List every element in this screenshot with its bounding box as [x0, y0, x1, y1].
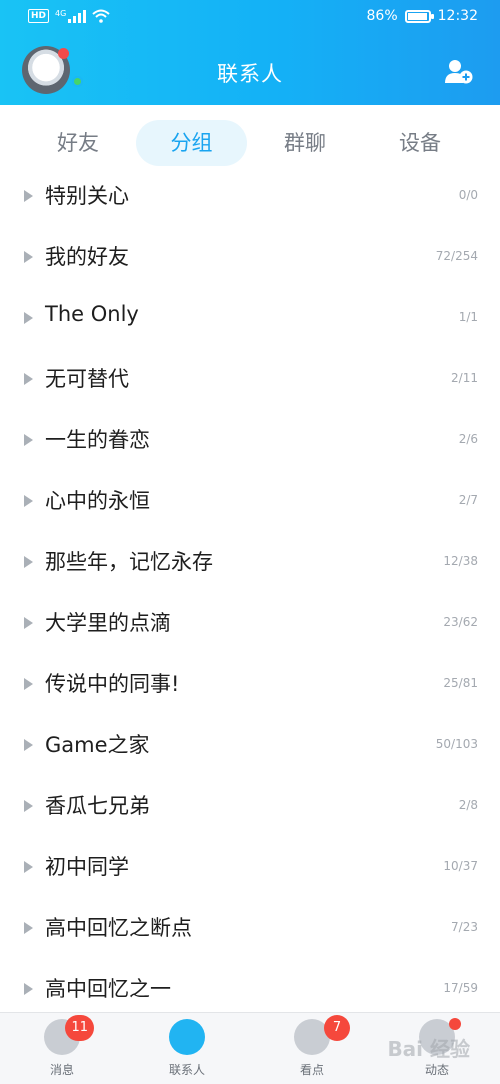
group-name: 大学里的点滴: [45, 611, 171, 635]
contacts-screen: HD 4G 86% 12:32 联系人 好友 分组 群聊 设备 特别关心 0/0…: [0, 0, 500, 1084]
group-row[interactable]: 高中回忆之断点 7/23: [0, 898, 500, 959]
group-row[interactable]: Game之家 50/103: [0, 715, 500, 776]
group-name: 香瓜七兄弟: [45, 794, 150, 818]
group-name: 无可替代: [45, 367, 129, 391]
expand-arrow-icon: [24, 800, 33, 812]
tab-bar: 好友 分组 群聊 设备: [0, 120, 500, 168]
group-name: 高中回忆之一: [45, 977, 171, 1001]
group-count: 72/254: [435, 249, 478, 263]
hd-indicator: HD: [28, 9, 50, 23]
group-count: 1/1: [458, 310, 478, 324]
network-type: 4G: [55, 9, 67, 18]
group-row[interactable]: 那些年，记忆永存 12/38: [0, 532, 500, 593]
expand-arrow-icon: [24, 556, 33, 568]
group-row[interactable]: The Only 1/1: [0, 288, 500, 349]
watermark: Bai 经验: [387, 1037, 470, 1061]
nav-feed-label: 动态: [424, 1063, 449, 1077]
group-name: 我的好友: [45, 245, 129, 269]
expand-arrow-icon: [24, 434, 33, 446]
nav-contacts[interactable]: 联系人: [147, 1019, 227, 1078]
watch-count-badge: 7: [324, 1015, 350, 1041]
group-count: 17/59: [443, 981, 478, 995]
header: HD 4G 86% 12:32 联系人: [0, 0, 500, 105]
group-count: 7/23: [451, 920, 478, 934]
group-list: 特别关心 0/0 我的好友 72/254 The Only 1/1 无可替代 2/11 …: [0, 166, 500, 1020]
status-bar: HD 4G 86% 12:32: [0, 0, 500, 36]
expand-arrow-icon: [24, 861, 33, 873]
group-name: The Only: [45, 302, 139, 326]
group-name: Game之家: [45, 733, 150, 757]
bottom-nav: 11 消息 联系人 7 看点 动态 Bai 经验: [0, 1012, 500, 1084]
battery-percent: 86%: [366, 8, 398, 24]
expand-arrow-icon: [24, 678, 33, 690]
status-right: 86% 12:32: [367, 8, 478, 24]
expand-arrow-icon: [24, 983, 33, 995]
group-count: 12/38: [443, 554, 478, 568]
group-row[interactable]: 我的好友 72/254: [0, 227, 500, 288]
group-count: 2/6: [458, 432, 478, 446]
group-count: 10/37: [443, 859, 478, 873]
page-title: 联系人: [217, 62, 283, 86]
expand-arrow-icon: [24, 373, 33, 385]
tab-group-chats[interactable]: 群聊: [255, 120, 355, 166]
status-left: HD 4G: [28, 9, 110, 23]
expand-arrow-icon: [24, 617, 33, 629]
tab-devices[interactable]: 设备: [370, 120, 470, 166]
battery-icon: [404, 9, 434, 23]
group-count: 23/62: [443, 615, 478, 629]
expand-arrow-icon: [24, 251, 33, 263]
group-row[interactable]: 传说中的同事! 25/81: [0, 654, 500, 715]
group-count: 2/8: [458, 798, 478, 812]
message-count-badge: 11: [65, 1015, 94, 1041]
expand-arrow-icon: [24, 739, 33, 751]
nav-messages[interactable]: 11 消息: [22, 1015, 102, 1078]
group-name: 一生的眷恋: [45, 428, 150, 452]
group-count: 0/0: [458, 188, 478, 202]
feed-notification-dot: [449, 1018, 461, 1030]
expand-arrow-icon: [24, 495, 33, 507]
contacts-icon: [169, 1019, 205, 1055]
group-row[interactable]: 特别关心 0/0: [0, 166, 500, 227]
expand-arrow-icon: [24, 922, 33, 934]
add-contact-icon[interactable]: [444, 58, 474, 84]
group-name: 传说中的同事!: [45, 672, 180, 696]
group-name: 特别关心: [45, 184, 129, 208]
group-count: 2/11: [451, 371, 478, 385]
tab-groups[interactable]: 分组: [136, 120, 247, 166]
nav-messages-label: 消息: [49, 1063, 74, 1077]
group-name: 初中同学: [45, 855, 129, 879]
group-row[interactable]: 香瓜七兄弟 2/8: [0, 776, 500, 837]
group-row[interactable]: 初中同学 10/37: [0, 837, 500, 898]
group-count: 50/103: [435, 737, 478, 751]
clock: 12:32: [437, 8, 478, 24]
group-count: 25/81: [443, 676, 478, 690]
group-row[interactable]: 大学里的点滴 23/62: [0, 593, 500, 654]
group-row[interactable]: 无可替代 2/11: [0, 349, 500, 410]
group-row[interactable]: 高中回忆之一 17/59: [0, 959, 500, 1020]
expand-arrow-icon: [24, 190, 33, 202]
nav-contacts-label: 联系人: [168, 1063, 205, 1077]
signal-icon: [68, 9, 87, 23]
group-row[interactable]: 心中的永恒 2/7: [0, 471, 500, 532]
wifi-icon: [92, 9, 110, 23]
group-name: 心中的永恒: [45, 489, 150, 513]
nav-watch[interactable]: 7 看点: [272, 1015, 352, 1078]
group-name: 高中回忆之断点: [45, 916, 192, 940]
group-name: 那些年，记忆永存: [45, 550, 213, 574]
tab-friends[interactable]: 好友: [28, 120, 128, 166]
nav-watch-label: 看点: [299, 1063, 324, 1077]
group-count: 2/7: [458, 493, 478, 507]
group-row[interactable]: 一生的眷恋 2/6: [0, 410, 500, 471]
expand-arrow-icon: [24, 312, 33, 324]
